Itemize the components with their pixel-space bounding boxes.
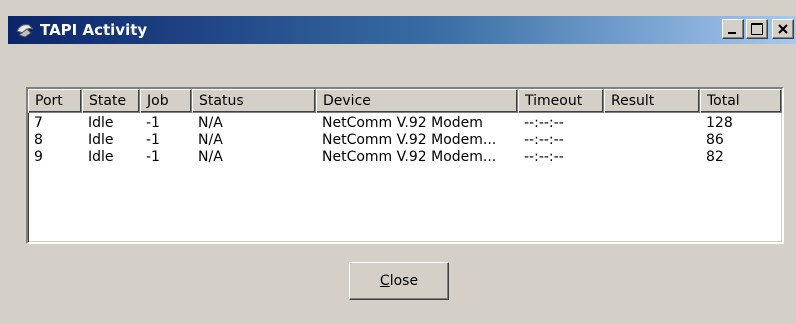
column-header-device[interactable]: Device <box>316 89 518 113</box>
cell-timeout: --:--:-- <box>524 115 564 131</box>
cell-result <box>604 149 700 166</box>
cell-result <box>604 115 700 132</box>
cell-timeout: --:--:-- <box>524 149 564 165</box>
cell-status: N/A <box>198 132 223 148</box>
cell-port: 9 <box>34 149 43 165</box>
cell-job: -1 <box>146 149 160 165</box>
cell-status: N/A <box>198 149 223 165</box>
close-button-label: lose <box>389 273 419 289</box>
activity-list[interactable]: Port State Job Status Device Timeout Res… <box>26 87 784 244</box>
phone-icon <box>14 19 36 41</box>
cell-device: NetComm V.92 Modem... <box>322 132 497 148</box>
cell-state: Idle <box>88 132 114 148</box>
minimize-button[interactable] <box>722 19 744 39</box>
cell-port: 7 <box>34 115 43 131</box>
table-row[interactable]: 8 Idle -1 N/A NetComm V.92 Modem... --:-… <box>28 132 782 149</box>
maximize-icon <box>751 23 763 35</box>
cell-device: NetComm V.92 Modem <box>322 115 483 131</box>
close-icon <box>778 21 788 37</box>
cell-total: 128 <box>706 115 733 131</box>
cell-result <box>604 132 700 149</box>
column-header-status[interactable]: Status <box>192 89 316 113</box>
tapi-activity-window: TAPI Activity Port State Job Status Devi… <box>0 0 796 324</box>
cell-state: Idle <box>88 115 114 131</box>
cell-total: 82 <box>706 149 724 165</box>
column-header-timeout[interactable]: Timeout <box>518 89 604 113</box>
column-header-state[interactable]: State <box>82 89 140 113</box>
column-header-job[interactable]: Job <box>140 89 192 113</box>
column-header-result[interactable]: Result <box>604 89 700 113</box>
cell-job: -1 <box>146 132 160 148</box>
cell-total: 86 <box>706 132 724 148</box>
minimize-icon <box>728 32 736 34</box>
cell-timeout: --:--:-- <box>524 132 564 148</box>
close-window-button[interactable] <box>772 19 794 39</box>
cell-job: -1 <box>146 115 160 131</box>
close-button-mnemonic: C <box>379 273 390 289</box>
list-header: Port State Job Status Device Timeout Res… <box>28 89 782 113</box>
column-header-total[interactable]: Total <box>700 89 782 113</box>
cell-status: N/A <box>198 115 223 131</box>
table-row[interactable]: 9 Idle -1 N/A NetComm V.92 Modem... --:-… <box>28 149 782 166</box>
maximize-button[interactable] <box>746 19 768 39</box>
title-bar[interactable]: TAPI Activity <box>8 16 796 44</box>
cell-device: NetComm V.92 Modem... <box>322 149 497 165</box>
column-header-port[interactable]: Port <box>28 89 82 113</box>
cell-state: Idle <box>88 149 114 165</box>
window-title: TAPI Activity <box>40 21 148 39</box>
close-button[interactable]: Close <box>349 262 449 300</box>
table-row[interactable]: 7 Idle -1 N/A NetComm V.92 Modem --:--:-… <box>28 115 782 132</box>
cell-port: 8 <box>34 132 43 148</box>
